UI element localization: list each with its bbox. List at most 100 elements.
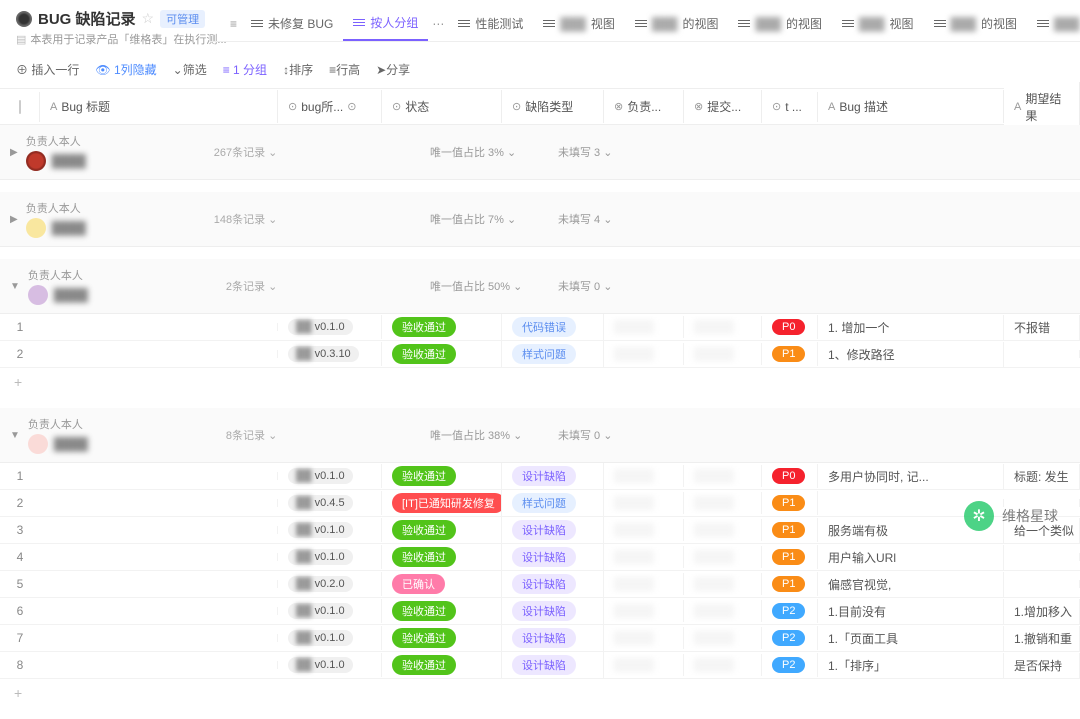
filter-button[interactable]: ⌄筛选 <box>173 61 207 78</box>
table-view-icon <box>635 19 647 29</box>
status-cell: 验收通过 <box>382 651 502 679</box>
row-height-button[interactable]: ≡行高 <box>329 61 360 78</box>
table-view-icon <box>934 19 946 29</box>
type-cell: 设计缺陷 <box>502 516 604 544</box>
unfilled-stat: 未填写 4 ⌄ <box>558 211 612 227</box>
status-cell: 验收通过 <box>382 516 502 544</box>
group-button[interactable]: ≡ 1 分组 <box>223 61 267 78</box>
priority-cell: P1 <box>762 342 818 366</box>
type-cell: 设计缺陷 <box>502 570 604 598</box>
col-expect: A期望结果 <box>1004 82 1080 132</box>
table-row[interactable]: 8██v0.1.0验收通过设计缺陷P21.「排序」是否保持 <box>0 652 1080 679</box>
tab-3[interactable]: ███视图 <box>533 7 625 40</box>
tab-7[interactable]: ███的视图 <box>924 7 1028 40</box>
chevron-right-icon[interactable]: ▶ <box>10 147 18 158</box>
commit-cell <box>684 654 762 676</box>
unfilled-stat: 未填写 0 ⌄ <box>558 278 612 294</box>
hide-columns-button[interactable]: 👁 1列隐藏 <box>95 61 156 78</box>
type-cell: 样式问题 <box>502 340 604 368</box>
version-cell: ██v0.1.0 <box>278 599 382 623</box>
tab-4[interactable]: ███的视图 <box>625 7 729 40</box>
tab-0[interactable]: 未修复 BUG <box>241 7 343 40</box>
insert-row-button[interactable]: ⊕ 插入一行 <box>16 61 79 78</box>
desc-cell: 用户输入URl <box>818 545 1004 570</box>
col-defect-type: ⊙缺陷类型 <box>502 90 604 123</box>
unique-stat: 唯一值占比 7% ⌄ <box>430 211 516 227</box>
unfilled-stat: 未填写 3 ⌄ <box>558 144 612 160</box>
type-cell: 样式问题 <box>502 489 604 517</box>
avatar <box>26 218 46 238</box>
type-cell: 设计缺陷 <box>502 624 604 652</box>
tabs-collapse[interactable]: ≡ <box>226 13 241 35</box>
status-cell: 验收通过 <box>382 313 502 341</box>
commit-cell <box>684 316 762 338</box>
checkbox-header[interactable] <box>0 92 40 122</box>
table-row[interactable]: 1██v0.1.0验收通过代码错误P01. 增加一个不报错 <box>0 314 1080 341</box>
version-cell: ██v0.4.5 <box>278 491 382 515</box>
col-desc: ABug 描述 <box>818 90 1004 123</box>
type-cell: 设计缺陷 <box>502 597 604 625</box>
expect-cell: 1.撤销和重 <box>1004 626 1080 651</box>
priority-cell: P1 <box>762 572 818 596</box>
table-row[interactable]: 1██v0.1.0验收通过设计缺陷P0多用户协同时, 记...标题: 发生 <box>0 463 1080 490</box>
table-row[interactable]: 7██v0.1.0验收通过设计缺陷P21.「页面工具1.撤销和重 <box>0 625 1080 652</box>
commit-cell <box>684 627 762 649</box>
tab-2[interactable]: 性能测试 <box>448 7 533 40</box>
watermark: ✲ 维格星球 <box>964 501 1058 531</box>
tab-5[interactable]: ███的视图 <box>728 7 832 40</box>
expect-cell: 是否保持 <box>1004 653 1080 678</box>
col-title: ABug 标题 <box>40 90 278 123</box>
owner-cell <box>604 573 684 595</box>
priority-cell: P0 <box>762 464 818 488</box>
version-cell: ██v0.1.0 <box>278 315 382 339</box>
page-subtitle: 本表用于记录产品「维格表」在执行测... <box>30 31 226 47</box>
priority-cell: P2 <box>762 626 818 650</box>
table-row[interactable]: 6██v0.1.0验收通过设计缺陷P21.目前没有1.增加移入 <box>0 598 1080 625</box>
owner-cell <box>604 316 684 338</box>
star-icon[interactable]: ☆ <box>142 10 155 27</box>
tab-8[interactable]: ███ <box>1027 9 1080 39</box>
version-cell: ██v0.1.0 <box>278 518 382 542</box>
chevron-right-icon[interactable]: ▶ <box>10 214 18 225</box>
share-button[interactable]: ➤分享 <box>376 61 410 78</box>
toolbar: ⊕ 插入一行 👁 1列隐藏 ⌄筛选 ≡ 1 分组 ↕排序 ≡行高 ➤分享 <box>0 51 1080 89</box>
tab-more[interactable]: ⋯ <box>428 13 448 35</box>
table-row[interactable]: 4██v0.1.0验收通过设计缺陷P1用户输入URl <box>0 544 1080 571</box>
table-row[interactable]: 5██v0.2.0已确认设计缺陷P1偏感官视觉, <box>0 571 1080 598</box>
owner-cell <box>604 492 684 514</box>
add-row-button[interactable]: + <box>0 679 1080 707</box>
status-cell: 验收通过 <box>382 624 502 652</box>
group-header: ▶负责人本人████148条记录 ⌄唯一值占比 7% ⌄未填写 4 ⌄ <box>0 192 1080 247</box>
tab-1[interactable]: 按人分组 <box>343 6 428 41</box>
version-cell: ██v0.1.0 <box>278 626 382 650</box>
add-row-button[interactable]: + <box>0 368 1080 396</box>
desc-cell: 1. 增加一个 <box>818 315 1004 340</box>
priority-cell: P2 <box>762 599 818 623</box>
version-cell: ██v0.1.0 <box>278 545 382 569</box>
tab-6[interactable]: ███视图 <box>832 7 924 40</box>
priority-cell: P0 <box>762 315 818 339</box>
table-icon <box>16 11 32 27</box>
owner-cell <box>604 600 684 622</box>
table-view-icon <box>353 18 365 28</box>
desc-cell: 1.「页面工具 <box>818 626 1004 651</box>
group-header: ▼负责人本人████2条记录 ⌄唯一值占比 50% ⌄未填写 0 ⌄ <box>0 259 1080 314</box>
status-cell: [IT]已通知研发修复 <box>382 489 502 517</box>
group-header: ▼负责人本人████8条记录 ⌄唯一值占比 38% ⌄未填写 0 ⌄ <box>0 408 1080 463</box>
owner-cell <box>604 627 684 649</box>
chevron-down-icon[interactable]: ▼ <box>10 430 20 441</box>
avatar <box>28 434 48 454</box>
desc-cell: 1、修改路径 <box>818 342 1004 367</box>
chevron-down-icon[interactable]: ▼ <box>10 281 20 292</box>
desc-cell: 多用户协同时, 记... <box>818 464 1004 489</box>
sort-button[interactable]: ↕排序 <box>283 61 313 78</box>
table-row[interactable]: 2██v0.3.10验收通过样式问题P11、修改路径 <box>0 341 1080 368</box>
expect-cell <box>1004 553 1080 561</box>
expect-cell <box>1004 580 1080 588</box>
record-count: 148条记录 ⌄ <box>214 211 278 227</box>
table-row[interactable]: 2██v0.4.5[IT]已通知研发修复样式问题P1 <box>0 490 1080 517</box>
view-tabs: ≡未修复 BUG按人分组⋯性能测试███视图███的视图███的视图███视图█… <box>210 6 1080 42</box>
owner-cell <box>604 519 684 541</box>
table-row[interactable]: 3██v0.1.0验收通过设计缺陷P1服务端有极给一个类似 <box>0 517 1080 544</box>
avatar <box>26 151 46 171</box>
